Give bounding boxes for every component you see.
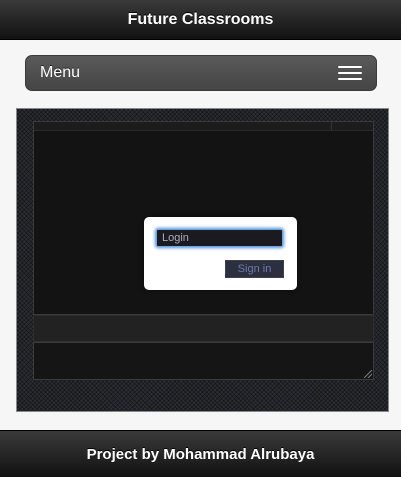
message-textarea[interactable] <box>33 342 374 380</box>
hamburger-icon <box>338 66 362 80</box>
menu-button[interactable]: Menu <box>25 55 377 91</box>
status-strip <box>33 315 374 342</box>
app-viewport: Sign in <box>33 121 374 315</box>
hamburger-line <box>338 66 362 68</box>
app-header: Future Classrooms <box>0 0 401 40</box>
viewport-tab <box>331 122 370 130</box>
menu-label: Menu <box>40 64 81 81</box>
footer-credit: Project by Mohammad Alrubaya <box>86 445 315 463</box>
sign-in-button[interactable]: Sign in <box>225 260 284 278</box>
viewport-toolbar <box>34 122 373 131</box>
app-footer: Project by Mohammad Alrubaya <box>0 430 401 477</box>
embedded-app-frame: Sign in <box>16 108 389 412</box>
login-input[interactable] <box>156 229 283 247</box>
hamburger-line <box>338 72 362 74</box>
resize-grip-icon[interactable] <box>364 370 372 378</box>
hamburger-line <box>338 78 362 80</box>
login-dialog: Sign in <box>144 217 297 290</box>
page-title: Future Classrooms <box>127 10 274 28</box>
